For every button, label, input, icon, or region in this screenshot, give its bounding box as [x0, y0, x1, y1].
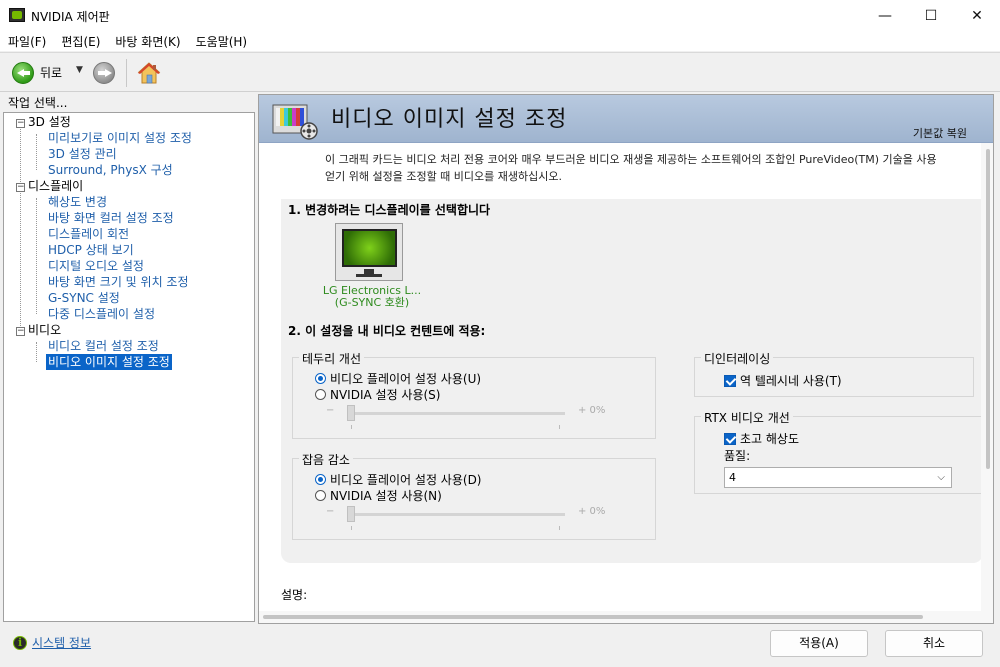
back-dropdown-icon[interactable]: ▼	[76, 65, 83, 75]
tree-item-rotate-display[interactable]: 디스플레이 회전	[48, 226, 129, 242]
slider-tick	[559, 425, 560, 429]
forward-arrow-icon[interactable]	[93, 62, 115, 84]
edge-slider-track[interactable]	[347, 412, 565, 415]
quality-select[interactable]: 4 ⌵	[724, 467, 952, 488]
radio-unselected-icon[interactable]	[315, 389, 326, 400]
nvidia-app-icon	[9, 8, 25, 22]
menu-desktop[interactable]: 바탕 화면(K)	[115, 33, 180, 50]
intro-text: 이 그래픽 카드는 비디오 처리 전용 코어와 매우 부드러운 비디오 재생을 …	[325, 153, 937, 183]
display-monitor-icon[interactable]	[335, 223, 403, 281]
tree-item-video-color[interactable]: 비디오 컬러 설정 조정	[48, 338, 159, 354]
tree-item-desktop-color[interactable]: 바탕 화면 컬러 설정 조정	[48, 210, 174, 226]
radio-unselected-icon[interactable]	[315, 490, 326, 501]
window-title: NVIDIA 제어판	[31, 10, 110, 24]
display-label[interactable]: LG Electronics L... (G-SYNC 호환)	[307, 285, 437, 309]
toolbar: 뒤로 ▼	[0, 52, 1000, 92]
close-button[interactable]: ✕	[954, 0, 1000, 31]
deinterlacing-title: 디인터레이싱	[701, 350, 774, 367]
slider-minus-label: −	[326, 405, 335, 416]
tree-item-digital-audio[interactable]: 디지털 오디오 설정	[48, 258, 144, 274]
super-resolution-checkbox[interactable]: 초고 해상도	[724, 430, 799, 447]
tree-item-surround-physx[interactable]: Surround, PhysX 구성	[48, 162, 173, 178]
inverse-telecine-checkbox[interactable]: 역 텔레시네 사용(T)	[724, 372, 842, 389]
tree-item-desktop-size[interactable]: 바탕 화면 크기 및 위치 조정	[48, 274, 189, 290]
section-apply-settings: 2. 이 설정을 내 비디오 컨텐트에 적용:	[288, 324, 486, 338]
chevron-down-icon: ⌵	[937, 472, 945, 483]
edge-nvidia-option[interactable]: NVIDIA 설정 사용(S)	[315, 386, 440, 403]
noise-slider-track[interactable]	[347, 513, 565, 516]
edge-slider-thumb[interactable]	[347, 405, 355, 421]
tree-item-gsync[interactable]: G-SYNC 설정	[48, 290, 120, 306]
slider-minus-label: −	[326, 506, 335, 517]
description-label: 설명:	[281, 588, 308, 602]
noise-player-option[interactable]: 비디오 플레이어 설정 사용(D)	[315, 471, 482, 488]
video-settings-icon	[272, 104, 318, 140]
tree-line	[36, 198, 37, 314]
system-info-link[interactable]: 시스템 정보	[13, 634, 91, 651]
section-select-display: 1. 변경하려는 디스플레이를 선택합니다	[288, 203, 491, 217]
collapse-icon[interactable]: −	[16, 327, 25, 336]
menu-edit[interactable]: 편집(E)	[61, 33, 100, 50]
menu-file[interactable]: 파일(F)	[8, 33, 46, 50]
edge-enhancement-title: 테두리 개선	[299, 350, 365, 367]
noise-nvidia-option[interactable]: NVIDIA 설정 사용(N)	[315, 487, 442, 504]
tree-category-display[interactable]: − 디스플레이	[16, 178, 83, 194]
cancel-button[interactable]: 취소	[885, 630, 983, 657]
checkbox-checked-icon[interactable]	[724, 374, 736, 387]
slider-tick	[559, 526, 560, 530]
task-tree: −3D 설정 미리보기로 이미지 설정 조정 3D 설정 관리 Surround…	[3, 112, 255, 622]
menu-bar: 파일(F) 편집(E) 바탕 화면(K) 도움말(H)	[0, 31, 1000, 51]
tree-item-video-image[interactable]: 비디오 이미지 설정 조정	[46, 354, 172, 370]
deinterlacing-group: 디인터레이싱 역 텔레시네 사용(T)	[694, 350, 974, 397]
home-icon[interactable]	[137, 61, 161, 85]
horizontal-scrollbar[interactable]	[259, 611, 993, 623]
noise-reduction-title: 잡음 감소	[299, 451, 353, 468]
content-pane: 비디오 이미지 설정 조정 기본값 복원 이 그래픽 카드는 비디오 처리 전용…	[258, 94, 994, 624]
page-banner: 비디오 이미지 설정 조정 기본값 복원	[259, 95, 993, 143]
restore-defaults-link[interactable]: 기본값 복원	[913, 125, 967, 141]
radio-selected-icon[interactable]	[315, 373, 326, 384]
slider-tick	[351, 425, 352, 429]
collapse-icon[interactable]: −	[16, 183, 25, 192]
rtx-video-group: RTX 비디오 개선 초고 해상도 품질: 4 ⌵	[694, 409, 984, 494]
tree-line	[36, 342, 37, 362]
tree-item-hdcp-status[interactable]: HDCP 상태 보기	[48, 242, 134, 258]
minimize-button[interactable]: —	[862, 0, 908, 31]
toolbar-separator	[126, 59, 127, 87]
tree-category-video[interactable]: − 비디오	[16, 322, 61, 338]
title-bar: NVIDIA 제어판 — ☐ ✕	[0, 0, 1000, 31]
tree-item-manage-3d[interactable]: 3D 설정 관리	[48, 146, 117, 162]
checkbox-checked-icon[interactable]	[724, 432, 736, 445]
tree-category-3d[interactable]: −3D 설정	[16, 114, 71, 130]
noise-slider-thumb[interactable]	[347, 506, 355, 522]
radio-selected-icon[interactable]	[315, 474, 326, 485]
tree-item-change-resolution[interactable]: 해상도 변경	[48, 194, 107, 210]
rtx-video-title: RTX 비디오 개선	[701, 409, 793, 426]
noise-reduction-group: 잡음 감소 비디오 플레이어 설정 사용(D) NVIDIA 설정 사용(N) …	[292, 451, 656, 540]
tree-line	[20, 126, 21, 332]
page-title: 비디오 이미지 설정 조정	[331, 107, 568, 132]
menu-help[interactable]: 도움말(H)	[196, 33, 248, 50]
noise-slider-value: + 0%	[578, 506, 606, 517]
collapse-icon[interactable]: −	[16, 119, 25, 128]
system-info-icon	[13, 635, 27, 650]
tree-item-multi-display[interactable]: 다중 디스플레이 설정	[48, 306, 155, 322]
vertical-scrollbar[interactable]	[981, 143, 993, 613]
tree-line	[36, 134, 37, 170]
maximize-button[interactable]: ☐	[908, 0, 954, 31]
edge-slider-value: + 0%	[578, 405, 606, 416]
back-button-label[interactable]: 뒤로	[40, 64, 62, 81]
edge-player-option[interactable]: 비디오 플레이어 설정 사용(U)	[315, 370, 481, 387]
apply-button[interactable]: 적용(A)	[770, 630, 868, 657]
slider-tick	[351, 526, 352, 530]
quality-label: 품질:	[724, 449, 751, 463]
back-arrow-icon[interactable]	[12, 62, 34, 84]
task-select-header: 작업 선택...	[8, 96, 68, 110]
edge-enhancement-group: 테두리 개선 비디오 플레이어 설정 사용(U) NVIDIA 설정 사용(S)…	[292, 350, 656, 439]
tree-item-preview-image[interactable]: 미리보기로 이미지 설정 조정	[48, 130, 192, 146]
